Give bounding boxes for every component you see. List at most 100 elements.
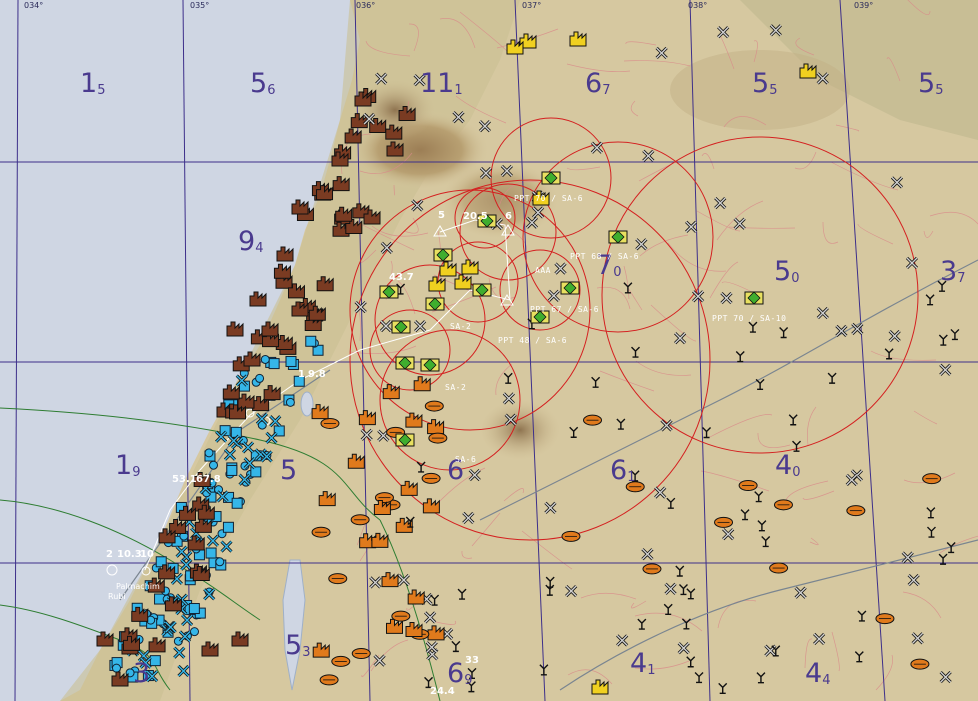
friendly-unit-icon[interactable] — [260, 354, 270, 364]
waypoint-label: 20.5 — [463, 211, 488, 222]
zone-label: 15 — [80, 68, 106, 99]
tactical-map[interactable]: 034° 035° 036° 037° 038° 039° 15 56 111 … — [0, 0, 978, 701]
sam-site-label: PPT 70 / SA-6 — [514, 194, 584, 203]
friendly-base-icon[interactable] — [222, 521, 234, 533]
friendly-unit-icon[interactable] — [204, 448, 214, 458]
zone-label: 19 — [115, 450, 141, 481]
enemy-bunker-icon[interactable] — [583, 414, 603, 426]
lon-label-037: 037° — [522, 1, 542, 10]
waypoint-label: 10.3 — [117, 549, 142, 560]
map-canvas[interactable] — [0, 0, 978, 701]
zone-label: 50 — [774, 256, 800, 287]
sam-site-icon[interactable] — [560, 281, 580, 295]
zone-label: 56 — [250, 68, 276, 99]
enemy-bunker-icon[interactable] — [922, 473, 942, 485]
zone-label: 94 — [238, 226, 264, 257]
zone-label: 111 — [420, 68, 463, 99]
lon-label-035: 035° — [190, 1, 210, 10]
sam-site-icon[interactable] — [608, 230, 628, 244]
zone-label: 61 — [610, 455, 636, 486]
land-layer — [0, 0, 978, 701]
friendly-unit-icon[interactable] — [255, 373, 265, 383]
enemy-facility-icon[interactable] — [226, 321, 244, 337]
sam-site-icon[interactable] — [379, 285, 399, 299]
enemy-bunker-icon[interactable] — [350, 514, 370, 526]
enemy-bunker-icon[interactable] — [331, 655, 351, 667]
sam-site-label: SA-6 — [455, 455, 477, 464]
enemy-bunker-icon[interactable] — [642, 563, 662, 575]
enemy-bunker-icon[interactable] — [428, 432, 448, 444]
enemy-bunker-icon[interactable] — [351, 648, 371, 660]
enemy-bunker-icon[interactable] — [391, 610, 411, 622]
waypoint-label: 10 — [140, 549, 154, 560]
enemy-bunker-icon[interactable] — [773, 499, 793, 511]
sam-site-icon[interactable] — [433, 248, 453, 262]
enemy-bunker-icon[interactable] — [875, 613, 895, 625]
waypoint-label: 2 — [106, 549, 113, 560]
sam-site-icon[interactable] — [420, 358, 440, 372]
friendly-base-icon[interactable] — [205, 547, 217, 559]
friendly-base-icon[interactable] — [231, 497, 243, 509]
enemy-bunker-icon[interactable] — [424, 400, 444, 412]
friendly-base-icon[interactable] — [149, 655, 161, 667]
zone-label: 55 — [752, 68, 778, 99]
sam-site-icon[interactable] — [395, 356, 415, 370]
enemy-bunker-icon[interactable] — [311, 526, 331, 538]
waypoint-label: 24.4 — [430, 686, 455, 697]
enemy-facility-icon[interactable] — [249, 291, 267, 307]
lon-label-034: 034° — [24, 1, 44, 10]
zone-label: 41 — [630, 648, 656, 679]
enemy-bunker-icon[interactable] — [328, 573, 348, 585]
enemy-bunker-icon[interactable] — [319, 674, 339, 686]
lon-label-038: 038° — [688, 1, 708, 10]
friendly-unit-icon[interactable] — [285, 397, 295, 407]
zone-label: 3 — [133, 658, 151, 689]
friendly-unit-icon[interactable] — [111, 663, 121, 673]
sam-site-label: AAA — [535, 266, 551, 275]
friendly-unit-icon[interactable] — [215, 557, 225, 567]
enemy-bunker-icon[interactable] — [769, 562, 789, 574]
friendly-unit-icon[interactable] — [208, 460, 218, 470]
enemy-bunker-icon[interactable] — [738, 480, 758, 492]
sam-site-icon[interactable] — [744, 291, 764, 305]
sam-site-label: PPT 48 / SA-6 — [498, 336, 568, 345]
place-label: Rubi — [108, 592, 126, 601]
enemy-facility-icon[interactable] — [276, 246, 294, 262]
sam-site-label: SA-2 — [445, 383, 467, 392]
lon-label-036: 036° — [356, 1, 376, 10]
zone-label: 55 — [918, 68, 944, 99]
friendly-base-icon[interactable] — [188, 603, 200, 615]
waypoint-label: 6 — [505, 211, 512, 222]
enemy-facility-icon[interactable] — [291, 199, 309, 215]
sam-site-icon[interactable] — [541, 171, 561, 185]
enemy-bunker-icon[interactable] — [561, 530, 581, 542]
waypoint-label: 5 — [438, 210, 445, 221]
friendly-base-icon[interactable] — [285, 355, 297, 367]
enemy-bunker-icon[interactable] — [910, 658, 930, 670]
friendly-base-icon[interactable] — [268, 358, 280, 370]
friendly-unit-icon[interactable] — [189, 627, 199, 637]
waypoint-label: 33 — [465, 655, 479, 666]
enemy-bunker-icon[interactable] — [846, 505, 866, 517]
sam-site-icon[interactable] — [391, 320, 411, 334]
enemy-bunker-icon[interactable] — [421, 472, 441, 484]
lon-label-039: 039° — [854, 1, 874, 10]
sam-site-icon[interactable] — [395, 433, 415, 447]
enemy-facility-icon[interactable] — [273, 263, 291, 279]
waypoint-label: 53.1 — [172, 474, 197, 485]
zone-label: 44 — [805, 658, 831, 689]
zone-label: 53 — [285, 630, 311, 661]
enemy-bunker-icon[interactable] — [320, 417, 340, 429]
friendly-base-icon[interactable] — [230, 426, 242, 438]
sam-site-icon[interactable] — [472, 283, 492, 297]
friendly-base-icon[interactable] — [226, 464, 238, 476]
sam-site-label: SA-2 — [450, 322, 472, 331]
waypoint-label: 43.7 — [389, 272, 414, 283]
enemy-bunker-icon[interactable] — [714, 516, 734, 528]
waypoint-label: 1 — [298, 369, 305, 380]
waypoint-label: 67.8 — [196, 474, 221, 485]
friendly-base-icon[interactable] — [250, 466, 262, 478]
friendly-base-icon[interactable] — [305, 335, 317, 347]
sam-site-icon[interactable] — [425, 297, 445, 311]
zone-label: 37 — [940, 256, 966, 287]
